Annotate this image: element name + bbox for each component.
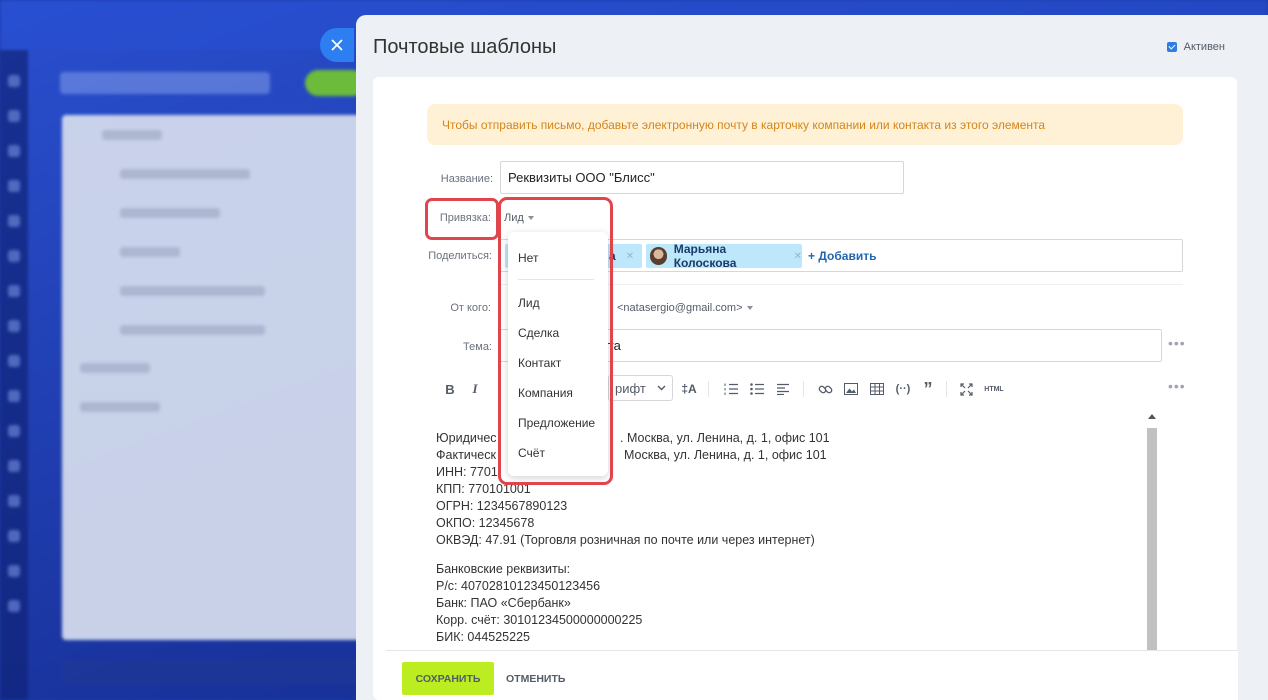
more-icon[interactable]: •••: [1168, 335, 1186, 351]
more-icon[interactable]: •••: [1168, 378, 1186, 394]
html-button[interactable]: HTML: [983, 377, 1005, 401]
binding-dropdown-highlight: [498, 197, 613, 485]
link-icon[interactable]: [817, 377, 833, 401]
background-nav-icon: [8, 390, 20, 402]
name-value: Реквизиты ООО "Блисс": [508, 170, 655, 185]
align-icon[interactable]: [775, 377, 791, 401]
font-select-label: рифт: [615, 380, 646, 396]
editor-line: ОКПО: 12345678: [436, 516, 535, 530]
bullet-list-icon[interactable]: [749, 377, 765, 401]
font-size-button[interactable]: ‡A: [680, 377, 698, 401]
background-row: [120, 208, 220, 218]
editor-line: БИК: 044525225: [436, 630, 530, 644]
share-tag[interactable]: Марьяна Колоскова ✕: [646, 242, 802, 270]
background-nav-icon: [8, 75, 20, 87]
editor-line: Юридичес: [436, 431, 497, 445]
code-icon[interactable]: (··): [894, 377, 912, 401]
background-row: [80, 363, 150, 373]
background-nav-icon: [8, 145, 20, 157]
subject-label: Тема:: [463, 341, 492, 353]
background-nav-icon: [8, 355, 20, 367]
toolbar-divider: [708, 381, 709, 397]
bold-button[interactable]: B: [443, 377, 457, 401]
editor-line: Банк: ПАО «Сбербанк»: [436, 596, 571, 610]
add-share-link[interactable]: + Добавить: [808, 249, 876, 263]
background-nav-icon: [8, 565, 20, 577]
chevron-down-icon: [746, 306, 753, 311]
active-label: Активен: [1183, 41, 1225, 53]
background-row: [80, 402, 160, 412]
name-label: Название:: [440, 173, 493, 185]
background-pagination: [62, 660, 362, 684]
background-nav-icon: [8, 320, 20, 332]
editor-line: ОГРН: 1234567890123: [436, 499, 568, 513]
background-nav-icon: [8, 530, 20, 542]
cancel-button[interactable]: ОТМЕНИТЬ: [506, 673, 565, 685]
background-list-panel: [62, 115, 372, 640]
background-page-title: [60, 72, 270, 94]
remove-tag-icon[interactable]: ✕: [626, 251, 634, 262]
background-nav-icon: [8, 215, 20, 227]
editor-line: Фактическ: [436, 448, 496, 462]
name-input[interactable]: Реквизиты ООО "Блисс": [500, 161, 904, 194]
editor-line: Москва, ул. Ленина, д. 1, офис 101: [624, 448, 827, 462]
binding-label: Привязка:: [439, 212, 491, 224]
background-leftbar: [0, 50, 28, 700]
from-label: От кого:: [450, 302, 491, 314]
share-label: Поделиться:: [428, 250, 492, 262]
background-row: [120, 325, 265, 335]
editor-line: . Москва, ул. Ленина, д. 1, офис 101: [620, 431, 830, 445]
from-value: <natasergio@gmail.com>: [617, 302, 743, 314]
quote-button[interactable]: ”: [921, 377, 935, 401]
fullscreen-icon[interactable]: [958, 377, 974, 401]
editor-scrollbar[interactable]: [1146, 412, 1158, 652]
image-icon[interactable]: [843, 377, 859, 401]
background-row: [120, 286, 265, 296]
chevron-down-icon: [657, 385, 666, 391]
background-nav-icon: [8, 110, 20, 122]
active-checkbox[interactable]: [1166, 42, 1177, 52]
page-title: Почтовые шаблоны: [373, 36, 557, 58]
font-select[interactable]: рифт: [608, 375, 673, 401]
numbered-list-icon[interactable]: [723, 377, 739, 401]
mail-templates-slider: Почтовые шаблоны Активен Чтобы отправить…: [356, 15, 1268, 700]
editor-line: Банковские реквизиты:: [436, 562, 571, 576]
editor-line: ОКВЭД: 47.91 (Торговля розничная по почт…: [436, 533, 815, 547]
warning-alert: Чтобы отправить письмо, добавьте электро…: [427, 104, 1183, 145]
remove-tag-icon[interactable]: ✕: [794, 251, 802, 262]
scroll-up-icon[interactable]: [1148, 414, 1156, 419]
toolbar-divider: [803, 381, 804, 397]
editor-line: ИНН: 7701: [436, 465, 498, 479]
background-nav-icon: [8, 460, 20, 472]
table-icon[interactable]: [869, 377, 885, 401]
form-footer: СОХРАНИТЬ ОТМЕНИТЬ: [386, 650, 1238, 700]
background-nav-icon: [8, 425, 20, 437]
italic-button[interactable]: I: [469, 377, 481, 401]
background-row: [102, 130, 162, 140]
background-row: [120, 247, 180, 257]
close-button[interactable]: [320, 28, 354, 62]
avatar: [650, 247, 667, 265]
toolbar-divider: [946, 381, 947, 397]
background-nav-icon: [8, 600, 20, 612]
from-select[interactable]: <natasergio@gmail.com>: [617, 302, 753, 314]
editor-line: Корр. счёт: 30101234500000000225: [436, 613, 643, 627]
background-row: [120, 169, 250, 179]
share-tag-label: Марьяна Колоскова: [673, 242, 737, 270]
active-toggle[interactable]: Активен: [1166, 41, 1225, 53]
background-nav-icon: [8, 250, 20, 262]
editor-line: Р/с: 40702810123450123456: [436, 579, 601, 593]
close-icon: [331, 39, 343, 51]
warning-text: Чтобы отправить письмо, добавьте электро…: [442, 117, 1046, 132]
background-nav-icon: [8, 180, 20, 192]
background-nav-icon: [8, 495, 20, 507]
save-button[interactable]: СОХРАНИТЬ: [402, 662, 494, 695]
background-nav-icon: [8, 285, 20, 297]
scroll-thumb[interactable]: [1147, 428, 1157, 652]
